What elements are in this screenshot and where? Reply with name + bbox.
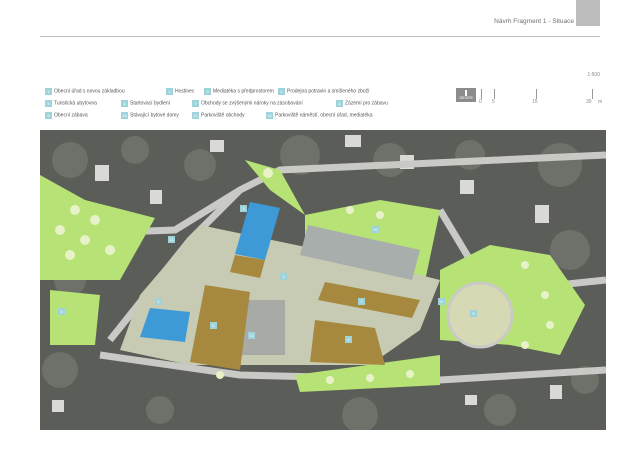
header-divider (40, 36, 600, 37)
map-label: 7 (358, 298, 365, 305)
page-title: Návrh Fragment 1 - Situace (494, 18, 574, 25)
legend-label: Parkoviště náměstí, obecní úřad, mediaté… (275, 112, 373, 119)
header-bar: Návrh Fragment 1 - Situace (0, 0, 640, 40)
scale-tick (592, 89, 593, 99)
map-label: 6 (210, 322, 217, 329)
legend-item: 12 Parkoviště náměstí, obecní úřad, media… (266, 112, 373, 119)
legend-label: Obecní úřad s novou základbou (54, 88, 125, 95)
map-label: 1 (155, 298, 162, 305)
map-label: 10 (372, 226, 379, 233)
legend-swatch: 9 (45, 112, 52, 119)
legend-label: Prodejna potravin a smíšeného zboží (287, 88, 370, 95)
legend-swatch: 1 (45, 88, 52, 95)
legend-label: Mediatéka s předprostorem (213, 88, 274, 95)
scale-bar: 1:500 SEVER 0 5 15 30 m (456, 72, 606, 105)
legend-label: Startovací bydlení (130, 100, 171, 107)
legend-item: 10 Stávající bytové domy (121, 112, 179, 119)
legend-swatch: 5 (45, 100, 52, 107)
map-label: 2 (280, 273, 287, 280)
scale-ratio: 1:500 (587, 72, 600, 78)
scale-tick-label: m (598, 99, 603, 105)
legend-swatch: 3 (204, 88, 211, 95)
legend-label: Zázemí pro zábavu (345, 100, 388, 107)
amphitheater (446, 281, 514, 349)
legend-item: 1 Obecní úřad s novou základbou (45, 88, 125, 95)
north-label: SEVER (459, 95, 473, 100)
legend-label: Stávající bytové domy (130, 112, 179, 119)
legend-swatch: 11 (192, 112, 199, 119)
header-accent-bar (576, 0, 600, 26)
legend-label: Obecní zábava (54, 112, 88, 119)
legend-swatch: 2 (166, 88, 173, 95)
map-label: 3 (240, 205, 247, 212)
site-plan-map: 1 2 3 4 5 6 7 8 9 10 11 12 (40, 130, 606, 430)
legend-item: 9 Obecní zábava (45, 112, 88, 119)
legend-label: Hostinec (175, 88, 195, 95)
legend: 1 Obecní úřad s novou základbou 2 Hostinec… (40, 84, 460, 124)
legend-item: 6 Startovací bydlení (121, 100, 170, 107)
site-plan-drawing (40, 130, 606, 430)
legend-item: 3 Mediatéka s předprostorem (204, 88, 274, 95)
legend-item: 5 Turistická ubytovna (45, 100, 97, 107)
legend-item: 7 Obchody se zvýšenými nároky na zásobová… (192, 100, 303, 107)
legend-swatch: 4 (278, 88, 285, 95)
scale-tick-label: 30 (586, 99, 592, 105)
scale-tick (481, 89, 482, 99)
north-arrow-icon: SEVER (456, 88, 476, 102)
scale-tick-label: 15 (532, 99, 538, 105)
map-label: 4 (345, 336, 352, 343)
legend-swatch: 8 (336, 100, 343, 107)
map-label: 5 (58, 308, 65, 315)
legend-label: Parkoviště obchody (201, 112, 245, 119)
map-label: 8 (438, 298, 445, 305)
map-label: 11 (168, 236, 175, 243)
legend-item: 4 Prodejna potravin a smíšeného zboží (278, 88, 370, 95)
legend-item: 8 Zázemí pro zábavu (336, 100, 388, 107)
scale-tick-label: 0 (479, 99, 482, 105)
legend-item: 2 Hostinec (166, 88, 194, 95)
legend-swatch: 6 (121, 100, 128, 107)
scale-tick-label: 5 (492, 99, 495, 105)
scale-tick (536, 89, 537, 99)
legend-swatch: 12 (266, 112, 273, 119)
legend-item: 11 Parkoviště obchody (192, 112, 245, 119)
map-label: 12 (248, 332, 255, 339)
legend-swatch: 10 (121, 112, 128, 119)
map-label: 9 (470, 310, 477, 317)
scale-tick (494, 89, 495, 99)
legend-label: Obchody se zvýšenými nároky na zásobován… (201, 100, 303, 107)
legend-swatch: 7 (192, 100, 199, 107)
legend-label: Turistická ubytovna (54, 100, 97, 107)
